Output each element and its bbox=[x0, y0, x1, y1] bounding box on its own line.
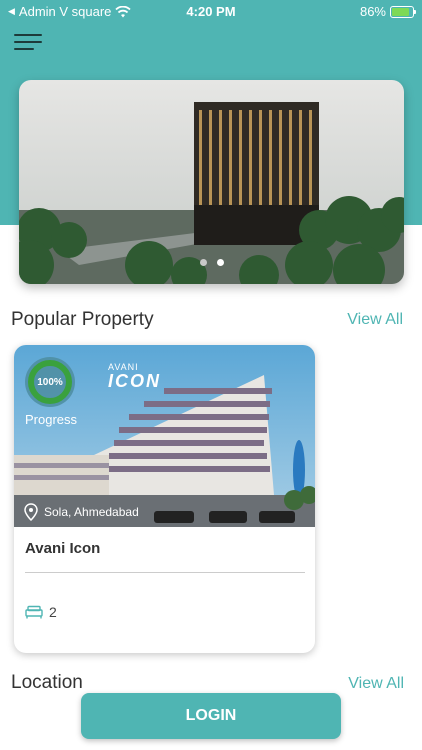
view-all-link[interactable]: View All bbox=[347, 311, 403, 329]
bed-icon bbox=[25, 605, 43, 619]
carousel-dot-1[interactable] bbox=[199, 259, 207, 266]
menu-button[interactable] bbox=[14, 34, 44, 54]
login-button[interactable]: LOGIN bbox=[81, 693, 341, 739]
brand-line-2: ICON bbox=[108, 371, 161, 391]
location-pin-icon bbox=[24, 503, 38, 521]
location-view-all-link[interactable]: View All bbox=[348, 675, 404, 689]
progress-value: 100% bbox=[37, 376, 63, 388]
property-card[interactable]: 100% Progress AVANI ICON Sola, Ahmedabad… bbox=[14, 345, 315, 653]
carousel-dot-2[interactable] bbox=[216, 259, 224, 266]
property-location: Sola, Ahmedabad bbox=[24, 503, 139, 521]
location-section-title: Location bbox=[11, 672, 83, 692]
carousel-dots[interactable] bbox=[19, 259, 404, 266]
card-divider bbox=[25, 572, 305, 573]
battery-icon bbox=[390, 5, 416, 18]
progress-label: Progress bbox=[25, 412, 78, 427]
hamburger-icon bbox=[14, 34, 42, 36]
property-image: 100% Progress AVANI ICON Sola, Ahmedabad bbox=[14, 345, 315, 527]
status-bar: ◀ Admin V square 4:20 PM 86% bbox=[0, 0, 422, 22]
bedroom-count: 2 bbox=[49, 604, 57, 620]
section-title: Popular Property bbox=[11, 309, 154, 330]
banner-image bbox=[19, 80, 404, 284]
status-time: 4:20 PM bbox=[186, 4, 236, 19]
popular-section-header: Popular Property View All bbox=[11, 309, 403, 331]
property-bedrooms: 2 bbox=[25, 604, 57, 620]
banner-carousel[interactable] bbox=[19, 80, 404, 284]
battery-percent: 86% bbox=[359, 4, 386, 19]
property-name: Avani Icon bbox=[25, 540, 101, 557]
status-right: 86% bbox=[359, 4, 416, 19]
location-text: Sola, Ahmedabad bbox=[44, 505, 139, 519]
